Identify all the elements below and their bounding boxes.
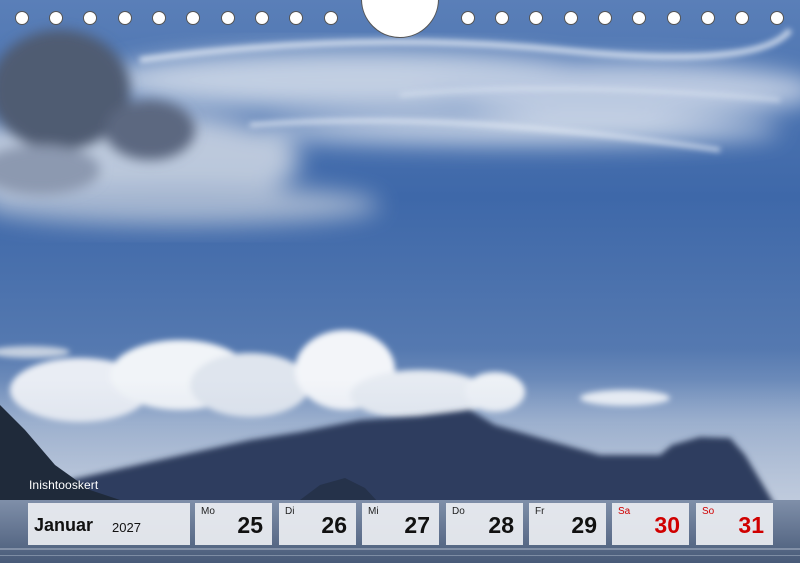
day-name: So (702, 506, 715, 517)
binding-hole (255, 11, 269, 25)
landscape-photo (0, 0, 800, 563)
day-cell: Di 26 (279, 503, 356, 545)
day-cell-weekend: Sa 30 (612, 503, 689, 545)
day-name: Di (285, 506, 295, 517)
binding-hole (152, 11, 166, 25)
month-name: Januar (34, 515, 94, 535)
day-number: 30 (654, 512, 680, 538)
binding-hole (564, 11, 578, 25)
binding-hole (186, 11, 200, 25)
hanger-cutout (361, 0, 439, 38)
binding-hole (221, 11, 235, 25)
month-year: 2027 (112, 520, 141, 535)
day-number: 29 (571, 512, 597, 538)
photo-caption: Inishtooskert (29, 478, 99, 492)
binding-hole (118, 11, 132, 25)
binding-hole (83, 11, 97, 25)
day-cell: Mo 25 (195, 503, 272, 545)
binding-hole (632, 11, 646, 25)
binding-hole (15, 11, 29, 25)
binding-hole (461, 11, 475, 25)
binding-hole (324, 11, 338, 25)
day-cell-weekend: So 31 (696, 503, 773, 545)
day-name: Mo (201, 506, 215, 517)
day-number: 25 (237, 512, 263, 538)
day-number: 26 (321, 512, 347, 538)
day-number: 28 (488, 512, 514, 538)
day-number: 31 (738, 512, 764, 538)
day-cell: Do 28 (446, 503, 523, 545)
binding-hole (49, 11, 63, 25)
binding-hole (667, 11, 681, 25)
binding-hole (735, 11, 749, 25)
binding-holes (0, 0, 800, 40)
binding-hole (701, 11, 715, 25)
day-cell: Mi 27 (362, 503, 439, 545)
month-label-box: Januar 2027 (28, 503, 190, 545)
day-number: 27 (404, 512, 430, 538)
day-name: Fr (535, 506, 545, 517)
day-name: Sa (618, 506, 631, 517)
day-name: Mi (368, 506, 379, 517)
binding-hole (289, 11, 303, 25)
binding-hole (529, 11, 543, 25)
day-cell: Fr 29 (529, 503, 606, 545)
binding-hole (770, 11, 784, 25)
binding-hole (598, 11, 612, 25)
calendar-strip: Januar 2027 Mo 25 Di 26 Mi 27 Do 28 Fr 2… (0, 503, 800, 545)
binding-hole (495, 11, 509, 25)
day-name: Do (452, 506, 465, 517)
